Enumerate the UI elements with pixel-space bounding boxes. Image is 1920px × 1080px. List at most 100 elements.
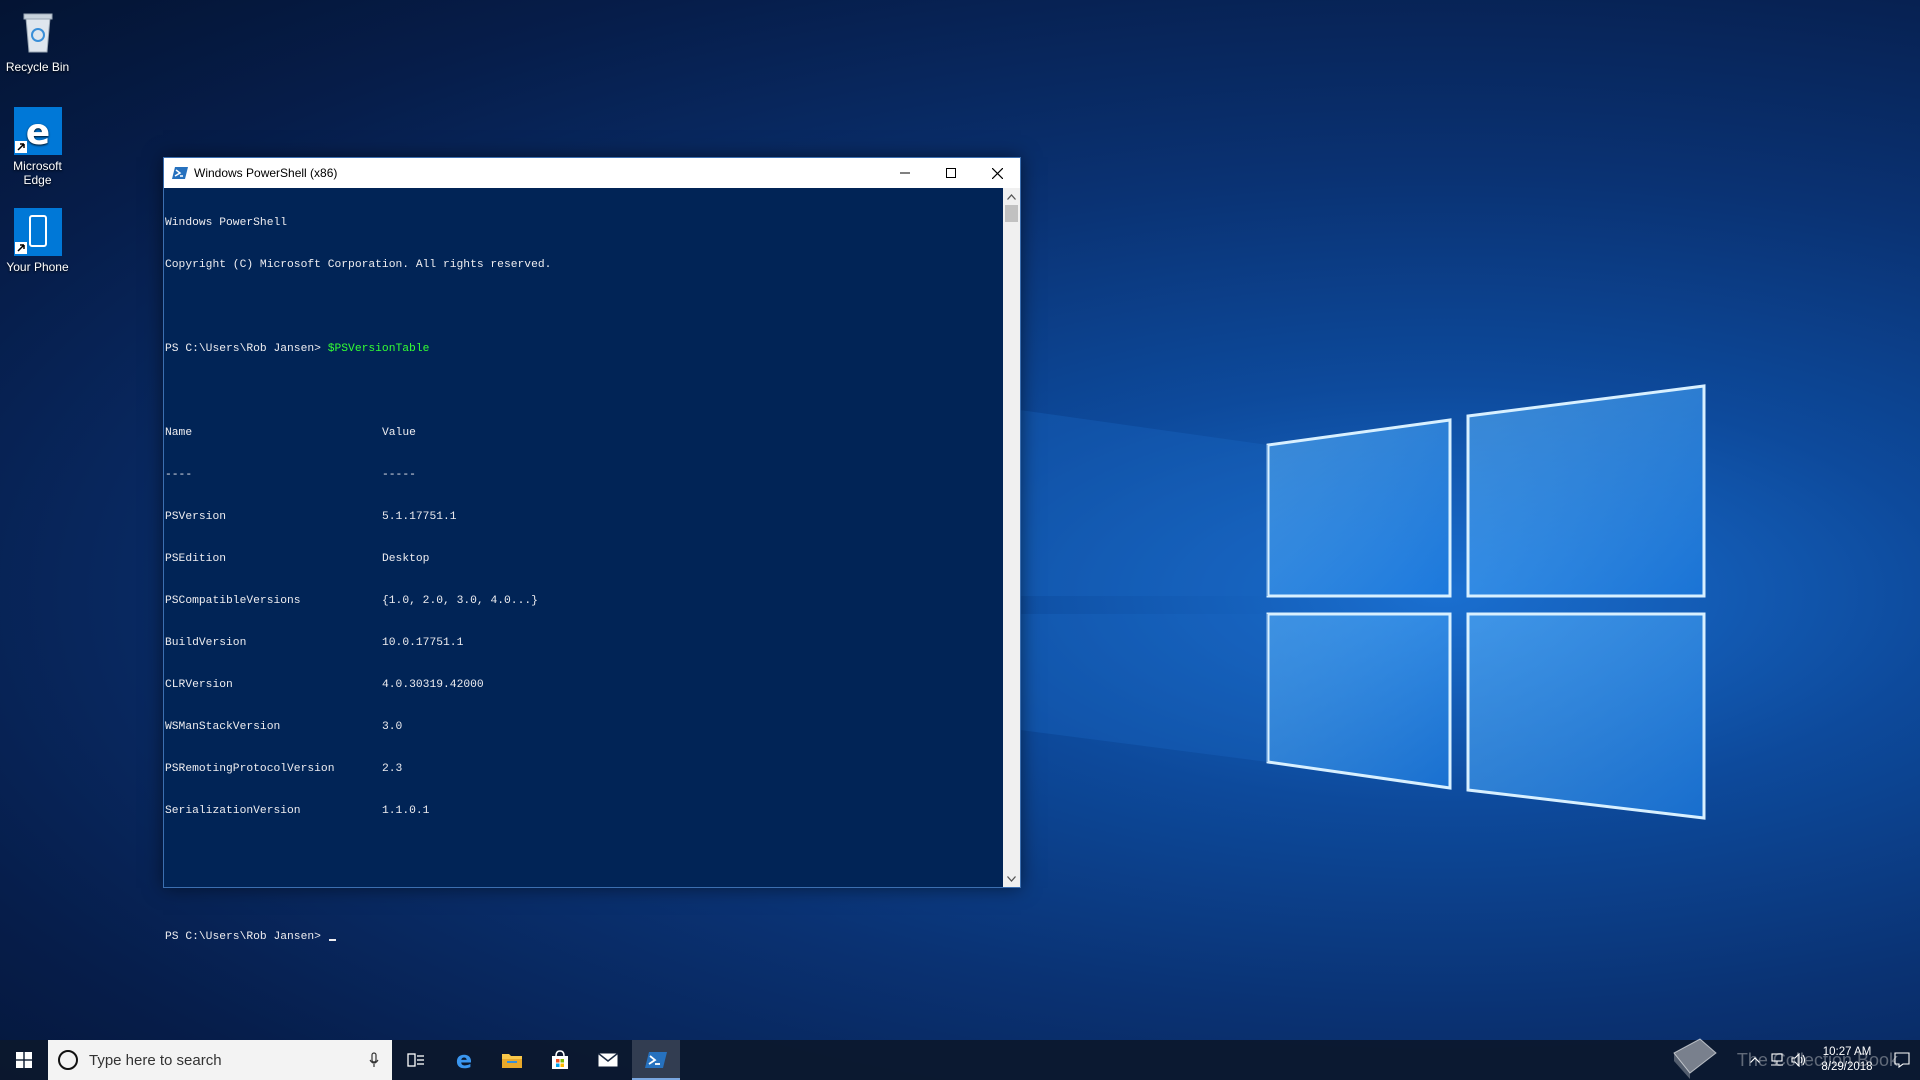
row-name: PSCompatibleVersions [165, 595, 301, 607]
scroll-down-button[interactable] [1003, 870, 1020, 887]
console-command: $PSVersionTable [327, 343, 430, 355]
window-title: Windows PowerShell (x86) [194, 166, 338, 180]
row-name: PSVersion [165, 511, 227, 523]
table-row: PSRemotingProtocolVersion 2.3 [165, 762, 1003, 776]
column-header-name: Name [165, 427, 193, 439]
svg-text:e: e [456, 1049, 472, 1071]
taskbar-file-explorer-button[interactable] [488, 1040, 536, 1080]
network-button[interactable] [1766, 1040, 1788, 1080]
volume-icon [1791, 1053, 1806, 1067]
console-header: Windows PowerShell [165, 217, 288, 229]
row-value: 10.0.17751.1 [382, 637, 464, 649]
row-name: WSManStackVersion [165, 721, 281, 733]
powershell-icon [172, 167, 188, 179]
row-name: BuildVersion [165, 637, 247, 649]
store-icon [552, 1050, 568, 1069]
close-button[interactable] [974, 158, 1020, 188]
console-input-line[interactable]: PS C:\Users\Rob Jansen> [165, 930, 1003, 944]
powershell-window[interactable]: Windows PowerShell (x86) Windows PowerSh… [163, 157, 1021, 943]
desktop-icon-your-phone[interactable]: Your Phone [0, 208, 75, 274]
taskbar: Type here to search e The Collection Boo… [0, 1038, 1920, 1080]
table-header-rule: ---- ----- [165, 468, 1003, 482]
microphone-button[interactable] [356, 1052, 392, 1068]
taskbar-mail-button[interactable] [584, 1040, 632, 1080]
chevron-down-icon [1007, 875, 1016, 882]
scrollbar-thumb[interactable] [1005, 205, 1018, 222]
console-output[interactable]: Windows PowerShell Copyright (C) Microso… [164, 188, 1003, 943]
chevron-up-icon [1007, 193, 1016, 200]
show-hidden-icons-button[interactable] [1744, 1040, 1766, 1080]
desktop-icon-recycle-bin[interactable]: Recycle Bin [0, 8, 75, 74]
taskbar-edge-button[interactable]: e [440, 1040, 488, 1080]
network-icon [1771, 1053, 1783, 1066]
clock-button[interactable]: 10:27 AM 8/29/2018 [1816, 1045, 1878, 1075]
mail-icon [598, 1053, 618, 1067]
table-row: WSManStackVersion 3.0 [165, 720, 1003, 734]
minimize-button[interactable] [882, 158, 928, 188]
vertical-scrollbar[interactable] [1003, 188, 1020, 887]
wallpaper-windows-logo [1020, 384, 1706, 820]
search-placeholder: Type here to search [89, 1051, 222, 1069]
task-view-button[interactable] [392, 1040, 440, 1080]
microphone-icon [369, 1052, 379, 1067]
window-titlebar[interactable]: Windows PowerShell (x86) [164, 158, 1020, 188]
console-command-line: PS C:\Users\Rob Jansen> $PSVersionTable [165, 342, 1003, 356]
taskbar-powershell-button[interactable] [632, 1040, 680, 1080]
console-copyright: Copyright (C) Microsoft Corporation. All… [165, 259, 552, 271]
maximize-icon [946, 168, 956, 178]
console-prompt: PS C:\Users\Rob Jansen> [165, 343, 328, 355]
column-rule-value: ----- [382, 469, 416, 481]
table-row: BuildVersion 10.0.17751.1 [165, 636, 1003, 650]
recycle-bin-icon [14, 8, 62, 56]
powershell-icon [645, 1052, 667, 1068]
row-value: 5.1.17751.1 [382, 511, 457, 523]
clock-date: 8/29/2018 [1821, 1061, 1873, 1073]
row-name: PSRemotingProtocolVersion [165, 763, 335, 775]
row-value: 1.1.0.1 [382, 805, 430, 817]
table-row: SerializationVersion 1.1.0.1 [165, 804, 1003, 818]
task-view-icon [407, 1053, 424, 1067]
edge-icon: e [13, 107, 62, 155]
scroll-up-button[interactable] [1003, 188, 1020, 205]
table-row: PSCompatibleVersions {1.0, 2.0, 3.0, 4.0.… [165, 594, 1003, 608]
chevron-up-icon [1750, 1057, 1760, 1063]
desktop-icon-label: Recycle Bin [5, 60, 70, 74]
minimize-icon [900, 172, 910, 174]
console-prompt: PS C:\Users\Rob Jansen> [165, 931, 328, 943]
maximize-button[interactable] [928, 158, 974, 188]
edge-icon: e [456, 1049, 472, 1071]
cortana-icon [58, 1050, 78, 1070]
row-name: CLRVersion [165, 679, 233, 691]
row-value: 4.0.30319.42000 [382, 679, 484, 691]
book-watermark-icon [1673, 1038, 1717, 1079]
desktop-icon-label: Your Phone [6, 260, 69, 274]
table-header: Name Value [165, 426, 1003, 440]
row-value: 3.0 [382, 721, 403, 733]
row-value: {1.0, 2.0, 3.0, 4.0...} [382, 595, 538, 607]
svg-text:e: e [25, 112, 49, 153]
row-name: SerializationVersion [165, 805, 301, 817]
desktop-icon-edge[interactable]: e Microsoft Edge [0, 107, 75, 187]
taskbar-store-button[interactable] [536, 1040, 584, 1080]
system-tray: 10:27 AM 8/29/2018 [1744, 1040, 1920, 1080]
clock-time: 10:27 AM [1822, 1046, 1872, 1058]
table-row: PSEdition Desktop [165, 552, 1003, 566]
phone-icon [13, 208, 62, 256]
row-name: PSEdition [165, 553, 227, 565]
text-cursor [328, 939, 336, 941]
row-value: Desktop [382, 553, 430, 565]
row-value: 2.3 [382, 763, 403, 775]
windows-start-icon [16, 1052, 32, 1068]
notifications-icon [1894, 1052, 1910, 1068]
desktop-icon-label: Microsoft Edge [13, 159, 62, 187]
column-rule-name: ---- [165, 469, 193, 481]
volume-button[interactable] [1788, 1040, 1810, 1080]
table-row: PSVersion 5.1.17751.1 [165, 510, 1003, 524]
file-explorer-icon [502, 1054, 522, 1068]
column-header-value: Value [382, 427, 416, 439]
table-row: CLRVersion 4.0.30319.42000 [165, 678, 1003, 692]
start-button[interactable] [0, 1040, 48, 1080]
taskbar-search-box[interactable]: Type here to search [48, 1040, 392, 1080]
action-center-button[interactable] [1884, 1040, 1920, 1080]
close-icon [991, 167, 1003, 179]
